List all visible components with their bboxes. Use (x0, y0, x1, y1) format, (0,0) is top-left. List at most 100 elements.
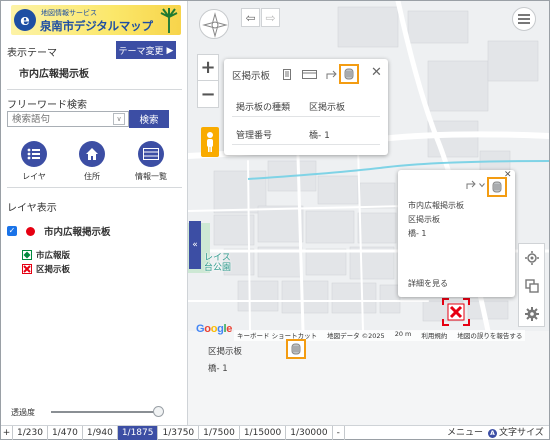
popup-line: 区掲示板 (408, 215, 440, 224)
map-scale-label: 20 m (394, 330, 412, 338)
scale-option[interactable]: 1/230 (13, 425, 48, 440)
hover-info: 区掲示板 橋- 1 (200, 339, 340, 377)
table-view-icon[interactable] (302, 70, 317, 79)
keyword-search-label: フリーワード検索 (7, 100, 87, 111)
layer-tool-label: レイヤ (22, 172, 46, 181)
collapse-sidebar-button[interactable]: « (189, 221, 201, 269)
legend-item: 区掲示板 (22, 263, 70, 275)
keyword-search-input[interactable] (7, 111, 129, 127)
share-arrow-icon[interactable] (326, 69, 339, 80)
share-arrow-icon[interactable] (466, 180, 478, 190)
map-side-controls (518, 243, 545, 327)
layer-dot-icon (26, 226, 35, 236)
popup-row-value: 橋- 1 (309, 131, 330, 141)
info-list-tool-button[interactable]: 情報一覧 (131, 141, 171, 182)
layer-display-label: レイヤ表示 (7, 203, 57, 214)
chevron-down-icon[interactable] (479, 182, 485, 188)
popup-row: 掲示板の種類 区掲示板 (232, 93, 380, 117)
layer-checkbox[interactable]: ✓ (7, 226, 17, 236)
ward-board-legend-icon (22, 264, 32, 274)
scale-option[interactable]: 1/3750 (158, 425, 200, 440)
layer-tool-button[interactable]: レイヤ (14, 141, 54, 182)
change-theme-label: テーマ変更 (118, 45, 164, 56)
font-size-label: 文字サイズ (499, 428, 544, 438)
google-logo: Google (196, 323, 233, 335)
park-label-line1: レイス (204, 253, 231, 263)
street-view-pegman-icon[interactable] (201, 127, 219, 157)
back-arrow-icon[interactable]: ⇦ (241, 8, 260, 27)
legend-item: 市広報版 (22, 249, 70, 261)
menu-link[interactable]: メニュー (447, 426, 483, 440)
search-button[interactable]: 検索 (129, 110, 169, 128)
popup-row-value: 区掲示板 (309, 103, 346, 113)
popup-row-key: 管理番号 (236, 131, 273, 141)
legend-label: 区掲示板 (36, 265, 71, 275)
scale-option-active[interactable]: 1/1875 (117, 425, 159, 440)
scale-option[interactable]: 1/470 (48, 425, 83, 440)
park-label-line2: 台公園 (204, 263, 232, 273)
address-tool-button[interactable]: 住所 (72, 141, 112, 182)
scale-zoom-out-button[interactable]: - (333, 425, 345, 440)
popup-line: 市内広報掲示板 (408, 201, 464, 210)
scale-option[interactable]: 1/7500 (199, 425, 240, 440)
info-list-tool-label: 情報一覧 (135, 172, 167, 181)
app-logo[interactable]: e 地図情報サービス 泉南市デジタルマップ (11, 5, 181, 35)
compass-icon (202, 12, 228, 38)
theme-label: 表示テーマ (7, 48, 57, 59)
scale-zoom-in-button[interactable]: + (1, 425, 13, 440)
palm-tree-icon (160, 8, 178, 33)
sidebar: e 地図情報サービス 泉南市デジタルマップ 表示テーマ テーマ変更 ▶ 市内広報… (1, 1, 188, 425)
hover-info-type: 区掲示板 (208, 347, 243, 357)
chevron-down-icon[interactable]: ∨ (113, 113, 125, 125)
popup-row-key: 掲示板の種類 (236, 103, 291, 113)
opacity-slider-track[interactable] (51, 411, 163, 413)
park-label: レイス 台公園 (204, 253, 231, 273)
opacity-slider-knob[interactable] (153, 406, 164, 417)
scale-option[interactable]: 1/15000 (240, 425, 287, 440)
font-size-button[interactable]: A 文字サイズ (488, 426, 544, 440)
scale-option[interactable]: 1/30000 (286, 425, 333, 440)
opacity-label: 透過度 (11, 408, 35, 417)
close-icon[interactable]: ✕ (371, 65, 382, 80)
compass-control[interactable] (199, 9, 229, 39)
layers-copy-icon[interactable] (519, 272, 544, 300)
popup-line: 橋- 1 (408, 229, 427, 238)
zoom-out-button[interactable]: − (198, 81, 218, 107)
hover-info-number: 橋- 1 (208, 364, 228, 374)
streetview-icon[interactable] (339, 64, 359, 84)
gear-icon[interactable] (519, 300, 544, 328)
divider (7, 89, 182, 90)
house-icon (79, 141, 105, 167)
info-popup: 区掲示板 ✕ 掲示板の種類 区掲示板 管理番号 橋- 1 (224, 59, 388, 155)
see-details-link[interactable]: 詳細を見る (408, 278, 448, 289)
streetview-icon[interactable] (286, 339, 306, 359)
terms-link[interactable]: 利用規約 (421, 330, 447, 341)
triangle-right-icon: ▶ (166, 44, 174, 55)
scale-option[interactable]: 1/940 (83, 425, 118, 440)
zoom-in-button[interactable]: + (198, 55, 218, 81)
font-size-icon: A (488, 428, 497, 438)
layer-name: 市内広報掲示板 (44, 227, 111, 238)
address-tool-label: 住所 (84, 172, 100, 181)
report-error-link[interactable]: 地図の誤りを報告する (457, 330, 522, 341)
city-board-legend-icon (22, 250, 32, 260)
table-icon (138, 141, 164, 167)
forward-arrow-icon[interactable]: ⇨ (261, 8, 280, 27)
map-view[interactable]: ⇦ ⇨ + − « レイス 台公園 区掲示板 ✕ 掲示板の種類 区掲示板 管理番… (188, 1, 549, 425)
logo-subtitle: 地図情報サービス (41, 9, 97, 17)
info-popup-small: ✕ 市内広報掲示板 区掲示板 橋- 1 詳細を見る (398, 170, 515, 297)
scale-bar: + 1/230 1/470 1/940 1/1875 1/3750 1/7500… (1, 425, 549, 440)
logo-title: 泉南市デジタルマップ (40, 19, 153, 33)
popup-row: 管理番号 橋- 1 (232, 121, 380, 145)
change-theme-button[interactable]: テーマ変更 ▶ (116, 41, 176, 59)
streetview-icon[interactable] (487, 177, 507, 197)
zoom-control: + − (197, 54, 219, 108)
hamburger-menu-icon[interactable] (512, 7, 536, 31)
my-location-icon[interactable] (519, 244, 544, 272)
popup-title: 区掲示板 (232, 71, 271, 82)
logo-e-icon: e (14, 9, 36, 31)
divider (7, 187, 182, 188)
legend-label: 市広報版 (36, 251, 71, 261)
print-icon[interactable] (282, 69, 292, 80)
layer-row[interactable]: ✓ 市内広報掲示板 (7, 224, 111, 238)
